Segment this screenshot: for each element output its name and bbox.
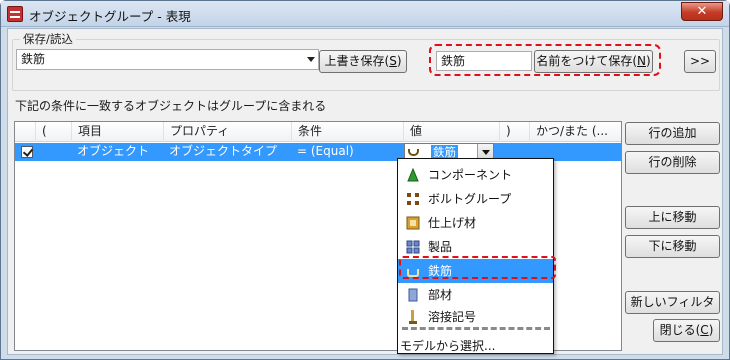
condition-description: 下記の条件に一致するオブジェクトはグループに含まれる [15, 99, 327, 113]
expand-button[interactable]: >> [684, 50, 716, 73]
col-property[interactable]: プロパティ [163, 122, 291, 142]
weld-icon [409, 310, 417, 324]
row-item: オブジェクト [77, 144, 150, 158]
value-dropdown-list: コンポーネント ボルトグループ 仕上げ材 製品 鉄筋 部材 溶接記号 モデルから… [397, 158, 554, 354]
new-filter-button[interactable]: 新しいフィルター [625, 291, 720, 330]
preset-combo-value: 鉄筋 [21, 52, 46, 66]
col-open-paren[interactable]: ( [35, 122, 71, 142]
grid-header: ( 項目 プロパティ 条件 値 ) かつ/また (... [15, 122, 621, 142]
dropdown-item-rebar[interactable]: 鉄筋 [398, 259, 553, 283]
save-as-button[interactable]: 名前をつけて保存(N) [534, 50, 653, 73]
overwrite-save-button[interactable]: 上書き保存(S) [319, 50, 407, 73]
save-load-label: 保存/読込 [20, 31, 76, 47]
col-and-or[interactable]: かつ/また (... [529, 122, 621, 142]
rebar-icon [408, 149, 419, 156]
col-condition[interactable]: 条件 [291, 122, 403, 142]
dropdown-item-weld[interactable]: 溶接記号 [398, 305, 553, 329]
dropdown-item-component[interactable]: コンポーネント [398, 163, 553, 187]
close-window-button[interactable]: ✕ [681, 2, 723, 21]
preset-combo[interactable]: 鉄筋 [16, 49, 319, 70]
finish-material-icon [406, 216, 420, 230]
dropdown-item-part[interactable]: 部材 [398, 283, 553, 307]
bolt-group-icon [407, 193, 419, 205]
save-name-input[interactable]: 鉄筋 [436, 51, 532, 71]
col-item[interactable]: 項目 [71, 122, 163, 142]
delete-row-button[interactable]: 行の削除 [625, 151, 720, 174]
product-icon [406, 240, 420, 254]
move-up-button[interactable]: 上に移動 [625, 206, 720, 229]
app-icon [7, 6, 23, 22]
dropdown-item-product[interactable]: 製品 [398, 235, 553, 259]
row-condition: = (Equal) [297, 144, 354, 158]
row-property: オブジェクトタイプ [169, 144, 278, 158]
col-value[interactable]: 値 [403, 122, 499, 142]
col-close-paren[interactable]: ) [499, 122, 529, 142]
select-from-model-item[interactable]: モデルから選択... [400, 337, 495, 354]
move-down-button[interactable]: 下に移動 [625, 235, 720, 258]
close-button[interactable]: 閉じる(C) [653, 319, 720, 342]
rebar-icon [407, 269, 419, 277]
chevron-down-icon[interactable] [307, 57, 315, 62]
dropdown-separator [402, 327, 550, 330]
dialog-client: 保存/読込 鉄筋 上書き保存(S) 鉄筋 名前をつけて保存(N) >> 下記の条… [7, 28, 723, 355]
dialog-window: オブジェクトグループ - 表現 ✕ 保存/読込 鉄筋 上書き保存(S) 鉄筋 名… [0, 0, 730, 360]
add-row-button[interactable]: 行の追加 [625, 122, 720, 145]
component-icon [407, 168, 419, 182]
value-combo-text[interactable]: 鉄筋 [431, 145, 458, 159]
title-bar: オブジェクトグループ - 表現 ✕ [1, 1, 729, 27]
dropdown-item-bolt-group[interactable]: ボルトグループ [398, 187, 553, 211]
row-checkbox[interactable] [21, 146, 33, 158]
dropdown-item-finish-material[interactable]: 仕上げ材 [398, 211, 553, 235]
part-icon [408, 288, 418, 302]
window-title: オブジェクトグループ - 表現 [29, 9, 191, 24]
